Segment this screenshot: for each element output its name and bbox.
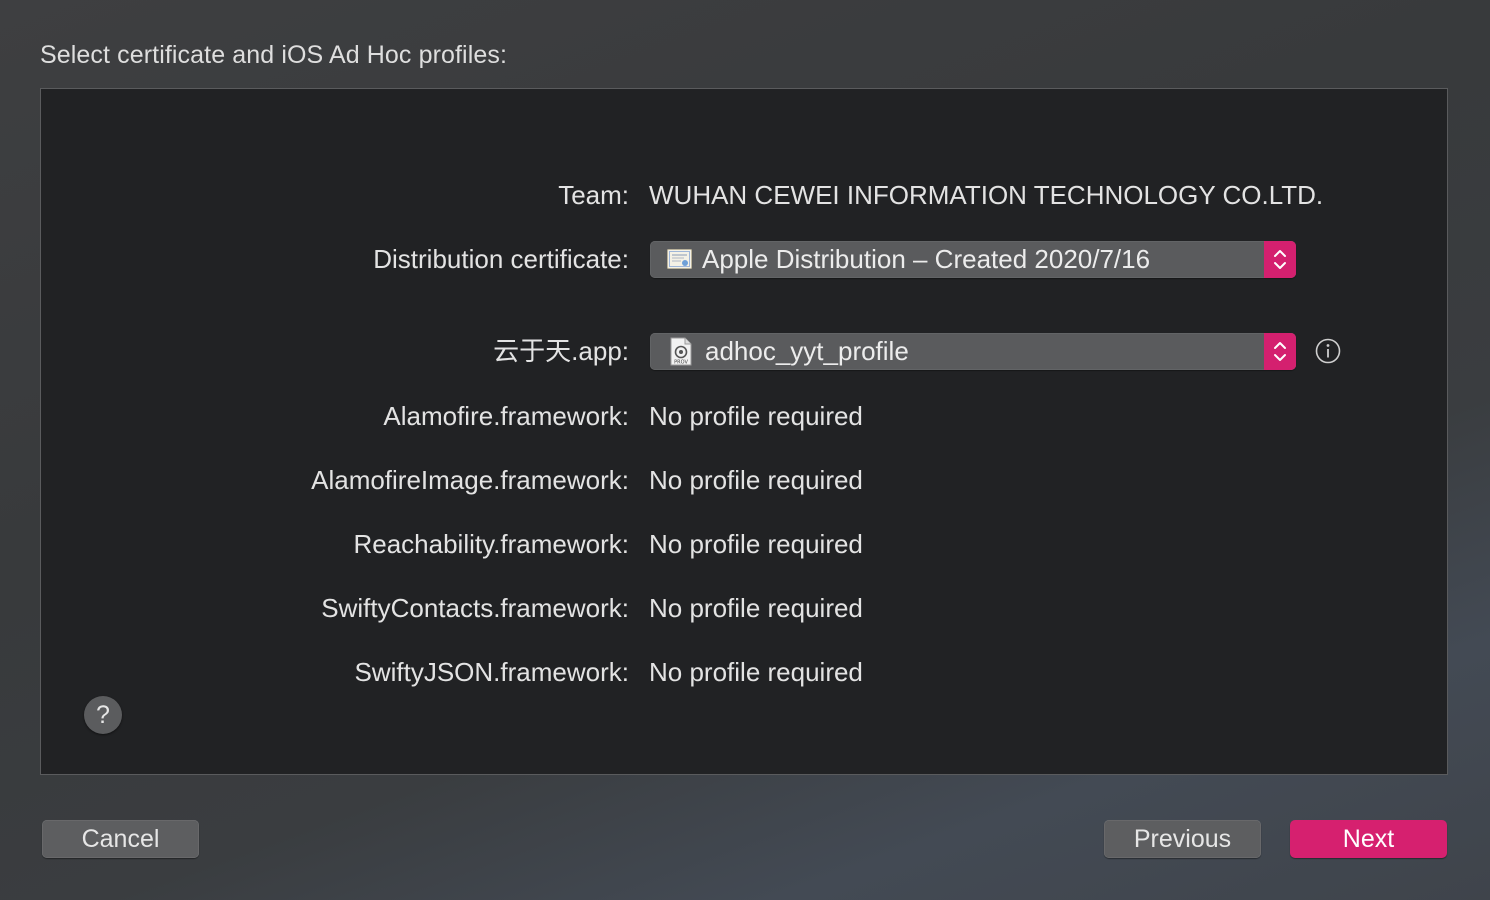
certificate-stepper[interactable] [1264, 241, 1296, 278]
profiles-panel: Team: WUHAN CEWEI INFORMATION TECHNOLOGY… [40, 88, 1448, 775]
chevron-up-down-icon [1274, 250, 1286, 269]
profile-badge-text: PROV [674, 360, 688, 366]
provisioning-profile-icon: PROV [670, 337, 692, 366]
framework-value: No profile required [649, 465, 863, 495]
help-button[interactable]: ? [84, 696, 122, 734]
team-row: Team: WUHAN CEWEI INFORMATION TECHNOLOGY… [41, 175, 1447, 215]
framework-row: SwiftyJSON.framework: No profile require… [41, 652, 1447, 692]
certificate-selected: Apple Distribution – Created 2020/7/16 [702, 244, 1151, 274]
framework-value: No profile required [649, 593, 863, 623]
framework-value: No profile required [649, 657, 863, 687]
chevron-up-down-icon [1274, 342, 1286, 361]
app-profile-label: 云于天.app: [493, 336, 629, 366]
team-label: Team: [558, 180, 629, 210]
previous-button[interactable]: Previous [1104, 820, 1261, 858]
framework-label: AlamofireImage.framework: [311, 465, 629, 495]
info-icon[interactable] [1315, 338, 1341, 364]
framework-row: Alamofire.framework: No profile required [41, 396, 1447, 436]
framework-value: No profile required [649, 401, 863, 431]
framework-label: Reachability.framework: [353, 529, 629, 559]
certificate-row: Distribution certificate: Apple Distribu… [41, 239, 1447, 279]
framework-row: AlamofireImage.framework: No profile req… [41, 460, 1447, 500]
cancel-button[interactable]: Cancel [42, 820, 199, 858]
app-profile-stepper[interactable] [1264, 333, 1296, 370]
certificate-popup[interactable]: Apple Distribution – Created 2020/7/16 [650, 241, 1296, 278]
framework-value: No profile required [649, 529, 863, 559]
certificate-icon [667, 247, 692, 272]
framework-label: SwiftyJSON.framework: [354, 657, 630, 687]
page-title: Select certificate and iOS Ad Hoc profil… [40, 41, 508, 69]
next-button[interactable]: Next [1290, 820, 1447, 858]
team-value: WUHAN CEWEI INFORMATION TECHNOLOGY CO.LT… [649, 180, 1324, 210]
framework-row: Reachability.framework: No profile requi… [41, 524, 1447, 564]
app-profile-popup[interactable]: PROV adhoc_yyt_profile [650, 333, 1296, 370]
app-profile-selected: adhoc_yyt_profile [705, 336, 909, 366]
certificate-label: Distribution certificate: [373, 244, 629, 274]
app-profile-row: 云于天.app: PROV adhoc_yyt_profile [41, 331, 1447, 371]
framework-row: SwiftyContacts.framework: No profile req… [41, 588, 1447, 628]
framework-label: Alamofire.framework: [383, 401, 629, 431]
framework-label: SwiftyContacts.framework: [321, 593, 629, 623]
